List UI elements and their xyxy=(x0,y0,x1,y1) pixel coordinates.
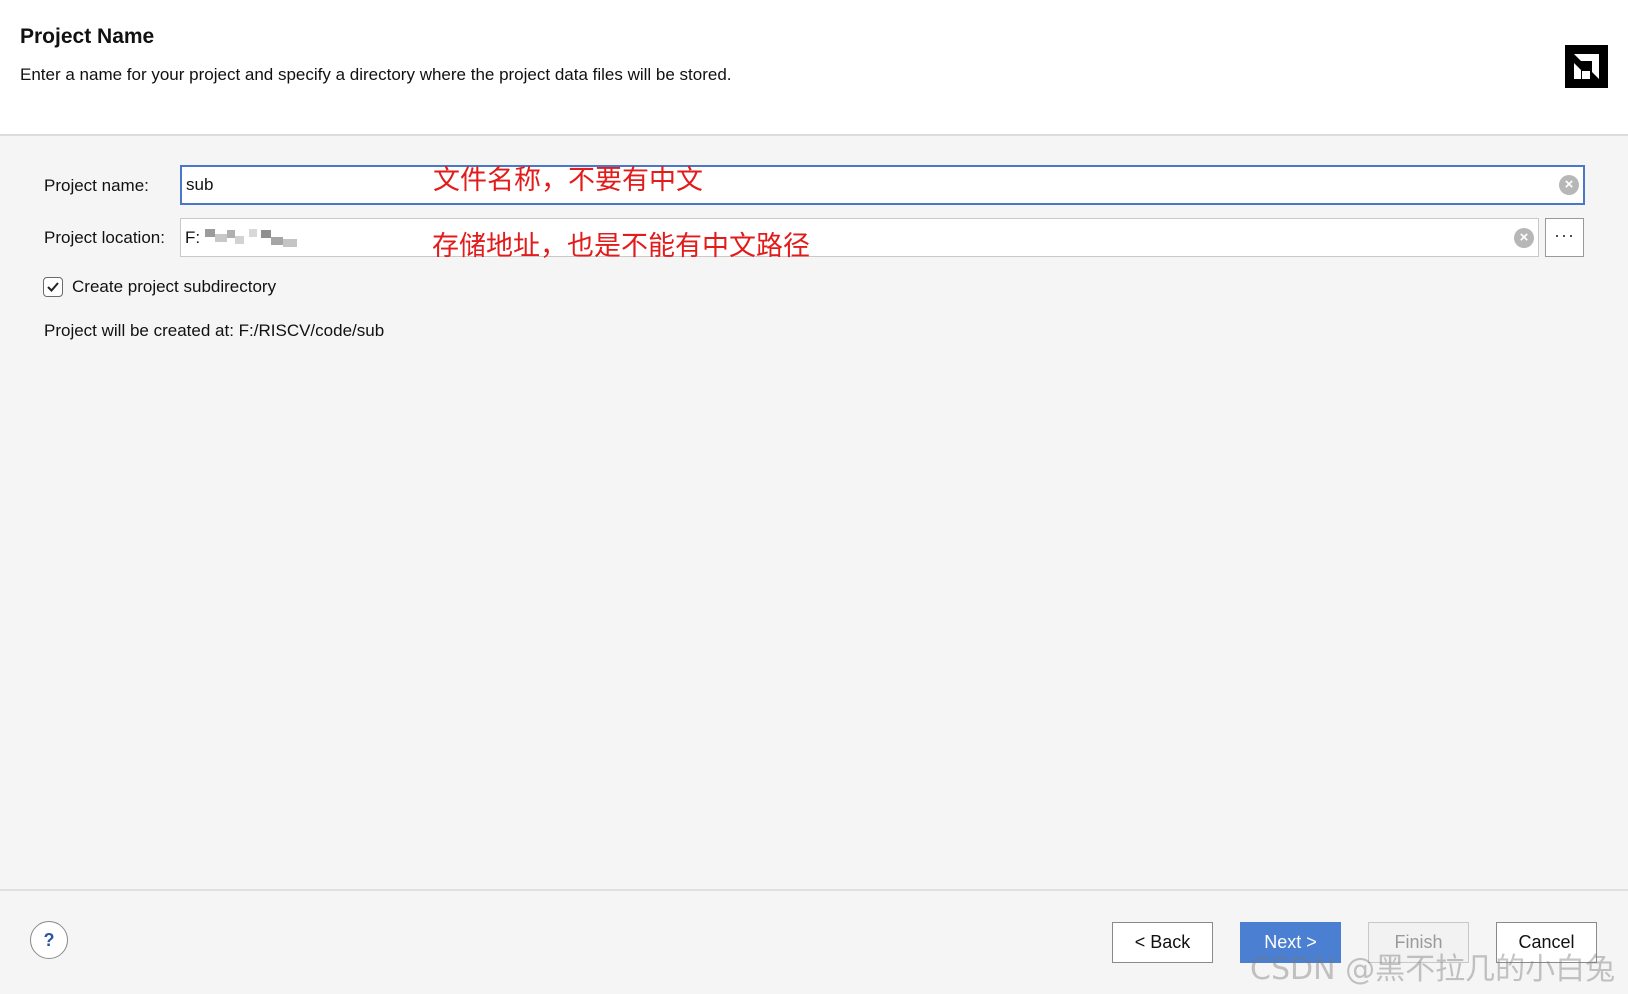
create-subdirectory-checkbox[interactable] xyxy=(43,277,63,297)
location-annotation: 存储地址，也是不能有中文路径 xyxy=(432,231,810,262)
page-title: Project Name xyxy=(20,25,155,48)
project-path-text: Project will be created at: F:/RISCV/cod… xyxy=(44,321,385,340)
browse-button[interactable]: ··· xyxy=(1545,218,1584,257)
project-name-value: sub xyxy=(186,175,214,194)
wizard-header: Project Name Enter a name for your proje… xyxy=(0,0,1628,136)
project-name-input[interactable]: sub × xyxy=(180,165,1585,205)
footer-divider xyxy=(0,889,1628,891)
name-annotation: 文件名称，不要有中文 xyxy=(433,165,703,196)
project-location-value: F: xyxy=(185,227,201,247)
clear-icon[interactable]: × xyxy=(1514,227,1534,248)
amd-logo-icon xyxy=(1565,45,1608,88)
help-button[interactable]: ? xyxy=(30,921,68,959)
page-description: Enter a name for your project and specif… xyxy=(20,65,732,84)
project-location-input[interactable]: F: × xyxy=(180,218,1539,257)
project-location-label: Project location: xyxy=(44,228,165,247)
back-button[interactable]: < Back xyxy=(1112,922,1213,963)
watermark: CSDN @黑不拉几的小白兔 xyxy=(1250,952,1616,987)
project-name-label: Project name: xyxy=(44,176,149,195)
clear-icon[interactable]: × xyxy=(1559,175,1579,195)
create-subdirectory-label: Create project subdirectory xyxy=(72,277,277,296)
checkmark-icon xyxy=(47,282,59,292)
